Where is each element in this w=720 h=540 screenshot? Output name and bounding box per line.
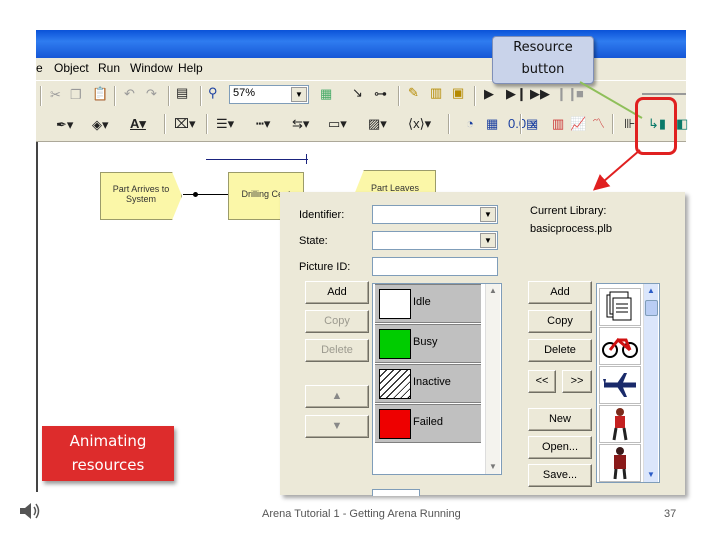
delete-library-button[interactable]: Delete	[528, 339, 592, 362]
next-button[interactable]: >>	[562, 370, 592, 393]
move-up-button[interactable]: ▲	[305, 385, 369, 408]
speaker-icon[interactable]	[18, 500, 42, 522]
previous-button[interactable]: <<	[528, 370, 556, 393]
slide-number: 37	[664, 508, 677, 520]
library-picture-list[interactable]: ▲ ▼	[596, 283, 660, 483]
save-library-button[interactable]: Save...	[528, 464, 592, 487]
idle-swatch	[379, 289, 411, 319]
state-picture-list[interactable]: Idle Busy Inactive Failed ▲ ▼	[372, 283, 502, 475]
add-library-button[interactable]: Add	[528, 281, 592, 304]
scroll-down-icon[interactable]: ▼	[644, 468, 658, 482]
current-library-label: Current Library:	[530, 205, 607, 217]
delete-picture-button[interactable]: Delete	[305, 339, 369, 362]
new-library-button[interactable]: New	[528, 408, 592, 431]
state-label: State:	[299, 235, 328, 247]
state-select[interactable]: ▼	[372, 231, 498, 250]
bicycle-icon[interactable]	[599, 327, 641, 365]
animating-resources-label: Animating resources	[42, 426, 174, 481]
busy-swatch	[379, 329, 411, 359]
scroll-up-icon[interactable]: ▲	[486, 284, 500, 298]
picture-id-input[interactable]	[372, 257, 498, 276]
list-item[interactable]: Idle	[375, 284, 481, 323]
list-item[interactable]: Busy	[375, 324, 481, 363]
chevron-down-icon[interactable]: ▼	[480, 207, 496, 222]
open-library-button[interactable]: Open...	[528, 436, 592, 459]
documents-icon[interactable]	[599, 288, 641, 326]
failed-swatch	[379, 409, 411, 439]
slide-footer: Arena Tutorial 1 - Getting Arena Running	[262, 508, 461, 520]
red-arrow	[592, 149, 641, 191]
add-picture-button[interactable]: Add	[305, 281, 369, 304]
scroll-down-icon[interactable]: ▼	[486, 460, 500, 474]
person-icon[interactable]	[599, 405, 641, 443]
resource-picture-dialog: Identifier: ▼ State: ▼ Picture ID: Curre…	[280, 192, 685, 496]
resource-button-highlight	[635, 97, 677, 155]
picture-id-label: Picture ID:	[299, 261, 351, 273]
list-item[interactable]: Failed	[375, 404, 481, 443]
size-input[interactable]	[372, 489, 420, 496]
person-dark-icon[interactable]	[599, 444, 641, 482]
callout-pointer	[579, 81, 643, 119]
library-file-name: basicprocess.plb	[530, 223, 612, 235]
scroll-up-icon[interactable]: ▲	[644, 284, 658, 298]
inactive-swatch	[379, 369, 411, 399]
triangle-down-icon: ▼	[331, 420, 343, 432]
copy-picture-button[interactable]: Copy	[305, 310, 369, 333]
picture-list-scrollbar[interactable]: ▲ ▼	[643, 284, 658, 482]
scroll-thumb[interactable]	[645, 300, 658, 316]
state-list-scrollbar[interactable]: ▲ ▼	[485, 284, 500, 474]
move-down-button[interactable]: ▼	[305, 415, 369, 438]
identifier-select[interactable]: ▼	[372, 205, 498, 224]
list-item[interactable]: Inactive	[375, 364, 481, 403]
airplane-icon[interactable]	[599, 366, 641, 404]
triangle-up-icon: ▲	[331, 390, 343, 402]
chevron-down-icon[interactable]: ▼	[480, 233, 496, 248]
copy-library-button[interactable]: Copy	[528, 310, 592, 333]
identifier-label: Identifier:	[299, 209, 345, 221]
